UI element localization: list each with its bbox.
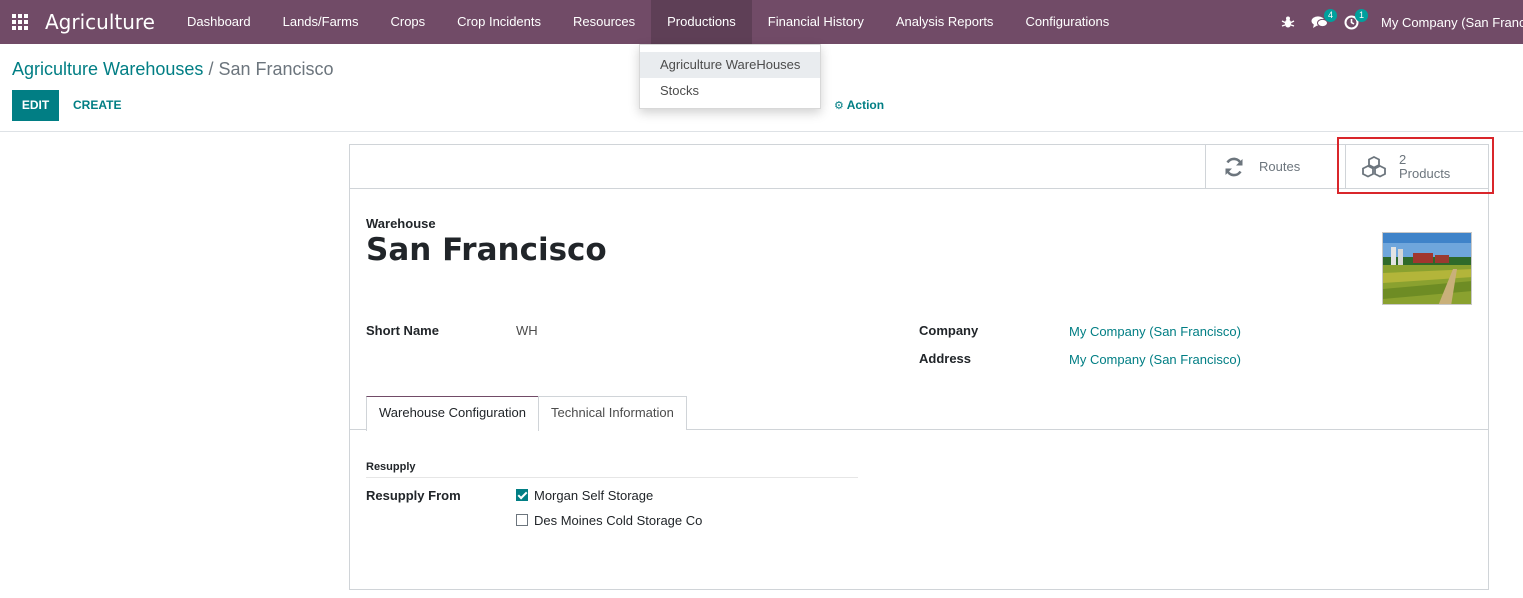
- menu-configurations[interactable]: Configurations: [1009, 0, 1125, 44]
- menu-analysis-reports[interactable]: Analysis Reports: [880, 0, 1010, 44]
- activity-clock-icon[interactable]: 1: [1336, 0, 1368, 44]
- breadcrumb-parent-link[interactable]: Agriculture Warehouses: [12, 59, 203, 79]
- tab-warehouse-configuration[interactable]: Warehouse Configuration: [366, 396, 539, 431]
- record-title: San Francisco: [366, 232, 607, 268]
- action-label: Action: [846, 98, 885, 112]
- menu-productions[interactable]: Productions: [651, 0, 752, 44]
- menu-financial-history[interactable]: Financial History: [752, 0, 880, 44]
- refresh-icon: [1221, 154, 1247, 180]
- smart-button-box: Routes 2 Products: [350, 145, 1488, 189]
- systray: 4 1 My Company (San Francisco): [1273, 0, 1523, 44]
- menu-crops[interactable]: Crops: [374, 0, 441, 44]
- apps-menu-icon[interactable]: [0, 0, 40, 44]
- short-name-label: Short Name: [366, 323, 439, 338]
- warehouse-image: [1382, 232, 1472, 305]
- routes-label: Routes: [1259, 158, 1301, 174]
- address-label: Address: [919, 351, 972, 366]
- breadcrumb-current: San Francisco: [218, 59, 334, 79]
- short-name-value: WH: [516, 323, 538, 338]
- form-sheet: Routes 2 Products Warehouse San Francisc…: [349, 144, 1489, 590]
- top-navbar: Agriculture Dashboard Lands/Farms Crops …: [0, 0, 1523, 44]
- company-switcher[interactable]: My Company (San Francisco): [1367, 15, 1523, 30]
- highlight-annotation-box: [1337, 137, 1494, 194]
- action-menu-button[interactable]: ⚙ Action: [834, 90, 884, 121]
- record-type-label: Warehouse: [366, 216, 436, 231]
- create-button[interactable]: CREATE: [73, 90, 121, 121]
- menu-dashboard[interactable]: Dashboard: [171, 0, 267, 44]
- resupply-option-label-morgan[interactable]: Morgan Self Storage: [534, 488, 653, 503]
- company-label: Company: [919, 323, 979, 338]
- resupply-option-checkbox-morgan[interactable]: [516, 489, 528, 501]
- address-link[interactable]: My Company (San Francisco): [1069, 352, 1241, 367]
- routes-smart-button[interactable]: Routes: [1205, 145, 1345, 188]
- messaging-icon[interactable]: 4: [1303, 0, 1337, 44]
- productions-dropdown: Agriculture WareHouses Stocks: [639, 44, 821, 109]
- edit-button[interactable]: EDIT: [12, 90, 59, 121]
- menu-crop-incidents[interactable]: Crop Incidents: [441, 0, 557, 44]
- resupply-from-label: Resupply From: [366, 488, 461, 503]
- debug-bug-icon[interactable]: [1273, 0, 1303, 44]
- resupply-option-checkbox-des-moines[interactable]: [516, 514, 528, 526]
- main-menu: Dashboard Lands/Farms Crops Crop Inciden…: [171, 0, 1125, 44]
- notebook-tabs: Warehouse Configuration Technical Inform…: [350, 396, 1488, 431]
- resupply-option-label-des-moines[interactable]: Des Moines Cold Storage Co: [534, 513, 702, 528]
- tab-technical-information[interactable]: Technical Information: [538, 396, 687, 430]
- breadcrumb-separator: /: [208, 59, 214, 79]
- resupply-group-title: Resupply: [366, 461, 858, 478]
- menu-lands-farms[interactable]: Lands/Farms: [267, 0, 375, 44]
- app-brand[interactable]: Agriculture: [40, 10, 171, 34]
- company-link[interactable]: My Company (San Francisco): [1069, 324, 1241, 339]
- dropdown-item-stocks[interactable]: Stocks: [640, 78, 820, 104]
- gear-icon: ⚙: [834, 100, 844, 112]
- menu-resources[interactable]: Resources: [557, 0, 651, 44]
- dropdown-item-agriculture-warehouses[interactable]: Agriculture WareHouses: [640, 52, 820, 78]
- breadcrumb: Agriculture Warehouses / San Francisco: [12, 59, 334, 80]
- activities-count-badge: 1: [1355, 9, 1368, 22]
